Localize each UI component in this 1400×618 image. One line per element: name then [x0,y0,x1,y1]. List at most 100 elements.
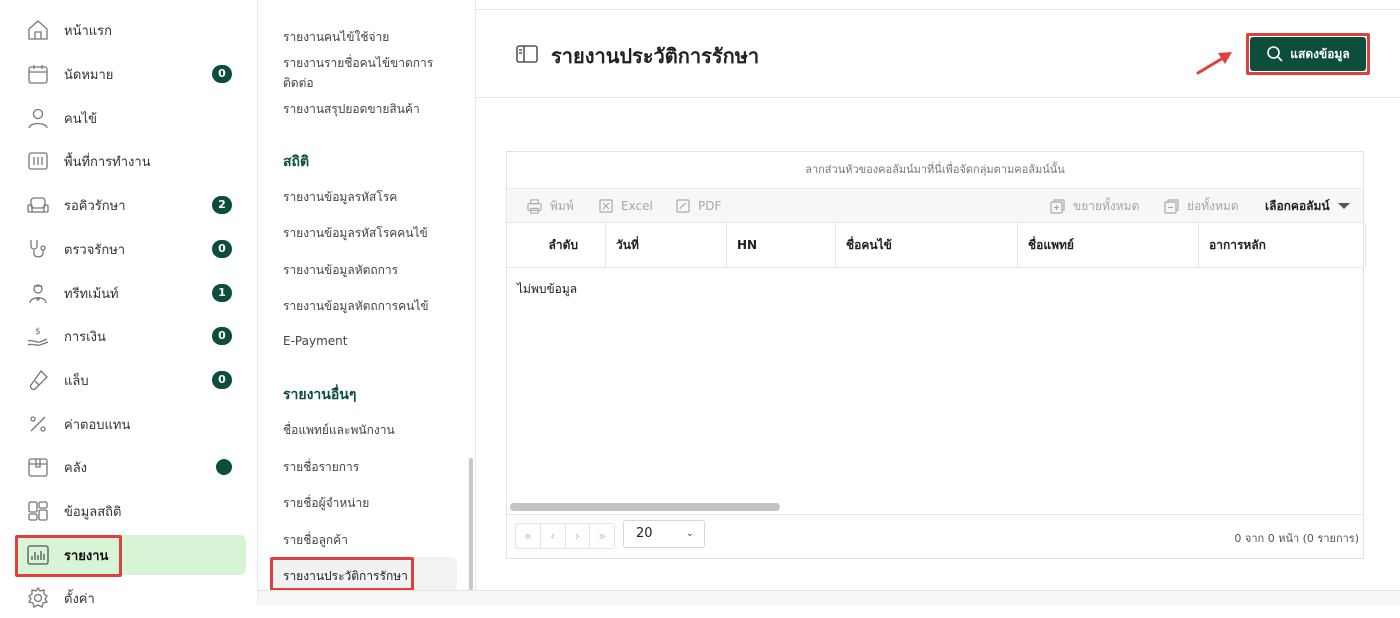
page-title: รายงานประวัติการรักษา [551,44,760,68]
column-header-doctor-name[interactable]: ชื่อแพทย์ [1018,223,1199,267]
expand-icon [1050,198,1065,214]
book-icon [516,45,538,63]
first-page-button[interactable]: « [516,524,541,548]
sidebar-item-finance[interactable]: $ การเงิน 0 [16,316,246,356]
print-label: พิมพ์ [550,198,574,213]
sidebar-item-patients[interactable]: คนไข้ [16,98,246,138]
arrow-annotation-icon [1196,52,1232,75]
report-link[interactable]: รายชื่อผู้จำหน่าย [283,494,369,513]
report-link[interactable]: รายงานข้อมูลรหัสโรค [283,188,397,207]
column-header-hn[interactable]: HN [727,223,836,267]
report-link[interactable]: ชื่อแพทย์และพนักงาน [283,421,395,440]
show-data-label: แสดงข้อมูล [1290,46,1350,61]
gear-icon [27,586,49,608]
report-link[interactable]: รายงานคนไข้ใช้จ่าย [283,28,389,47]
pager: « ‹ › » [515,523,615,549]
bar-chart-icon [27,545,49,565]
test-tube-icon [29,369,48,391]
show-data-button[interactable]: แสดงข้อมูล [1250,37,1366,71]
sidebar-item-label: ข้อมูลสถิติ [64,504,122,520]
data-grid: ลากส่วนหัวของคอลัมน์มาที่นี่เพื่อจัดกลุ่… [506,151,1366,559]
expand-all-button[interactable]: ขยายทั้งหมด [1050,189,1139,223]
user-icon [28,108,48,129]
sidebar-item-appointments[interactable]: นัดหมาย 0 [16,54,246,94]
doctor-icon [29,284,47,304]
sidebar-item-label: คนไข้ [64,111,98,127]
divider [476,97,1400,98]
report-link[interactable]: รายชื่อลูกค้า [283,531,348,550]
page-size-value: 20 [636,526,653,541]
report-link-continued[interactable]: ติดต่อ [283,74,314,93]
count-badge: 2 [212,196,232,214]
column-header-chief-complaint[interactable]: อาการหลัก [1199,223,1366,267]
report-link[interactable]: รายงานสรุปยอดขายสินค้า [283,100,420,119]
count-badge: 0 [212,240,232,258]
group-panel[interactable]: ลากส่วนหัวของคอลัมน์มาที่นี่เพื่อจัดกลุ่… [507,152,1363,188]
scrollbar[interactable] [469,458,473,590]
collapse-all-button[interactable]: ย่อทั้งหมด [1164,189,1239,223]
column-header-date[interactable]: วันที่ [606,223,727,267]
stethoscope-icon [30,240,46,258]
sidebar-item-label: ตรวจรักษา [64,242,126,258]
sidebar-item-home[interactable]: หน้าแรก [16,10,246,50]
sidebar-item-reports[interactable]: รายงาน [16,535,246,575]
count-badge: 0 [212,371,232,389]
print-button[interactable]: พิมพ์ [527,189,574,223]
sidebar-item-label: นัดหมาย [64,67,114,83]
home-icon [28,20,48,40]
choose-columns-button[interactable]: เลือกคอลัมน์ [1265,189,1350,223]
column-header-patient-name[interactable]: ชื่อคนไข้ [836,223,1018,267]
excel-label: Excel [621,199,653,213]
dental-chair-icon [27,197,49,213]
report-menu: รายงานคนไข้ใช้จ่าย รายงานรายชื่อคนไข้ขาด… [258,0,476,591]
grid-icon [28,501,48,521]
grid-footer: « ‹ › » 20 ⌄ 0 จาก 0 หน้า (0 รายการ) [507,514,1363,558]
sidebar-item-label: การเงิน [64,329,106,345]
sidebar-item-label: คลัง [64,460,88,476]
column-header-no[interactable]: ลำดับ [507,223,606,267]
report-link[interactable]: รายงานข้อมูลหัตถการ [283,261,398,280]
report-link[interactable]: รายงานรายชื่อคนไข้ขาดการ [283,54,433,73]
status-dot [216,459,232,475]
prev-page-button[interactable]: ‹ [541,524,566,548]
expand-all-label: ขยายทั้งหมด [1073,198,1140,213]
excel-button[interactable]: Excel [599,189,653,223]
sidebar-item-settings[interactable]: ตั้งค่า [16,578,246,618]
report-link[interactable]: รายงานข้อมูลรหัสโรคคนไข้ [283,224,428,243]
sidebar-item-queue[interactable]: รอคิวรักษา 2 [16,185,246,225]
workspace-icon [28,152,48,170]
empty-message: ไม่พบข้อมูล [517,282,578,296]
sidebar-item-label: หน้าแรก [64,23,112,39]
pdf-button[interactable]: PDF [676,189,721,223]
sidebar-item-label: รอคิวรักษา [64,198,126,214]
last-page-button[interactable]: » [590,524,614,548]
sidebar-item-examination[interactable]: ตรวจรักษา 0 [16,229,246,269]
report-link[interactable]: รายชื่อรายการ [283,458,359,477]
report-link[interactable]: E-Payment [283,334,347,348]
caret-down-icon [1337,203,1350,209]
sidebar-item-treatment[interactable]: ทรีทเม้นท์ 1 [16,273,246,313]
collapse-all-label: ย่อทั้งหมด [1187,198,1239,213]
page-info: 0 จาก 0 หน้า (0 รายการ) [1234,532,1359,545]
sidebar-item-compensation[interactable]: ค่าตอบแทน [16,404,246,444]
report-link[interactable]: รายงานข้อมูลหัตถการคนไข้ [283,297,429,316]
grid-header-row: ลำดับ วันที่ HN ชื่อคนไข้ ชื่อแพทย์ อากา… [507,222,1366,268]
grid-toolbar: พิมพ์ Excel PDF ขยายทั้งหมด ย่อทั้งหมด เ… [507,188,1363,222]
sidebar-item-statistics[interactable]: ข้อมูลสถิติ [16,491,246,531]
money-hand-icon: $ [27,327,49,346]
report-link-treatment-history[interactable]: รายงานประวัติการรักษา [283,567,408,586]
choose-columns-label: เลือกคอลัมน์ [1265,198,1330,213]
count-badge: 1 [212,284,232,302]
pdf-label: PDF [698,199,722,213]
divider [476,9,1400,10]
sidebar-item-inventory[interactable]: คลัง [16,447,246,487]
sidebar-item-lab[interactable]: แล็บ 0 [16,360,246,400]
excel-icon [599,199,613,213]
sidebar-item-workspace[interactable]: พื้นที่การทำงาน [16,141,246,181]
next-page-button[interactable]: › [566,524,591,548]
page-size-select[interactable]: 20 ⌄ [623,520,705,548]
count-badge: 0 [212,327,232,345]
sidebar: หน้าแรก นัดหมาย 0 คนไข้ พื้นที่การทำงาน … [0,0,258,608]
printer-icon [527,198,542,214]
horizontal-scrollbar[interactable] [510,503,780,511]
